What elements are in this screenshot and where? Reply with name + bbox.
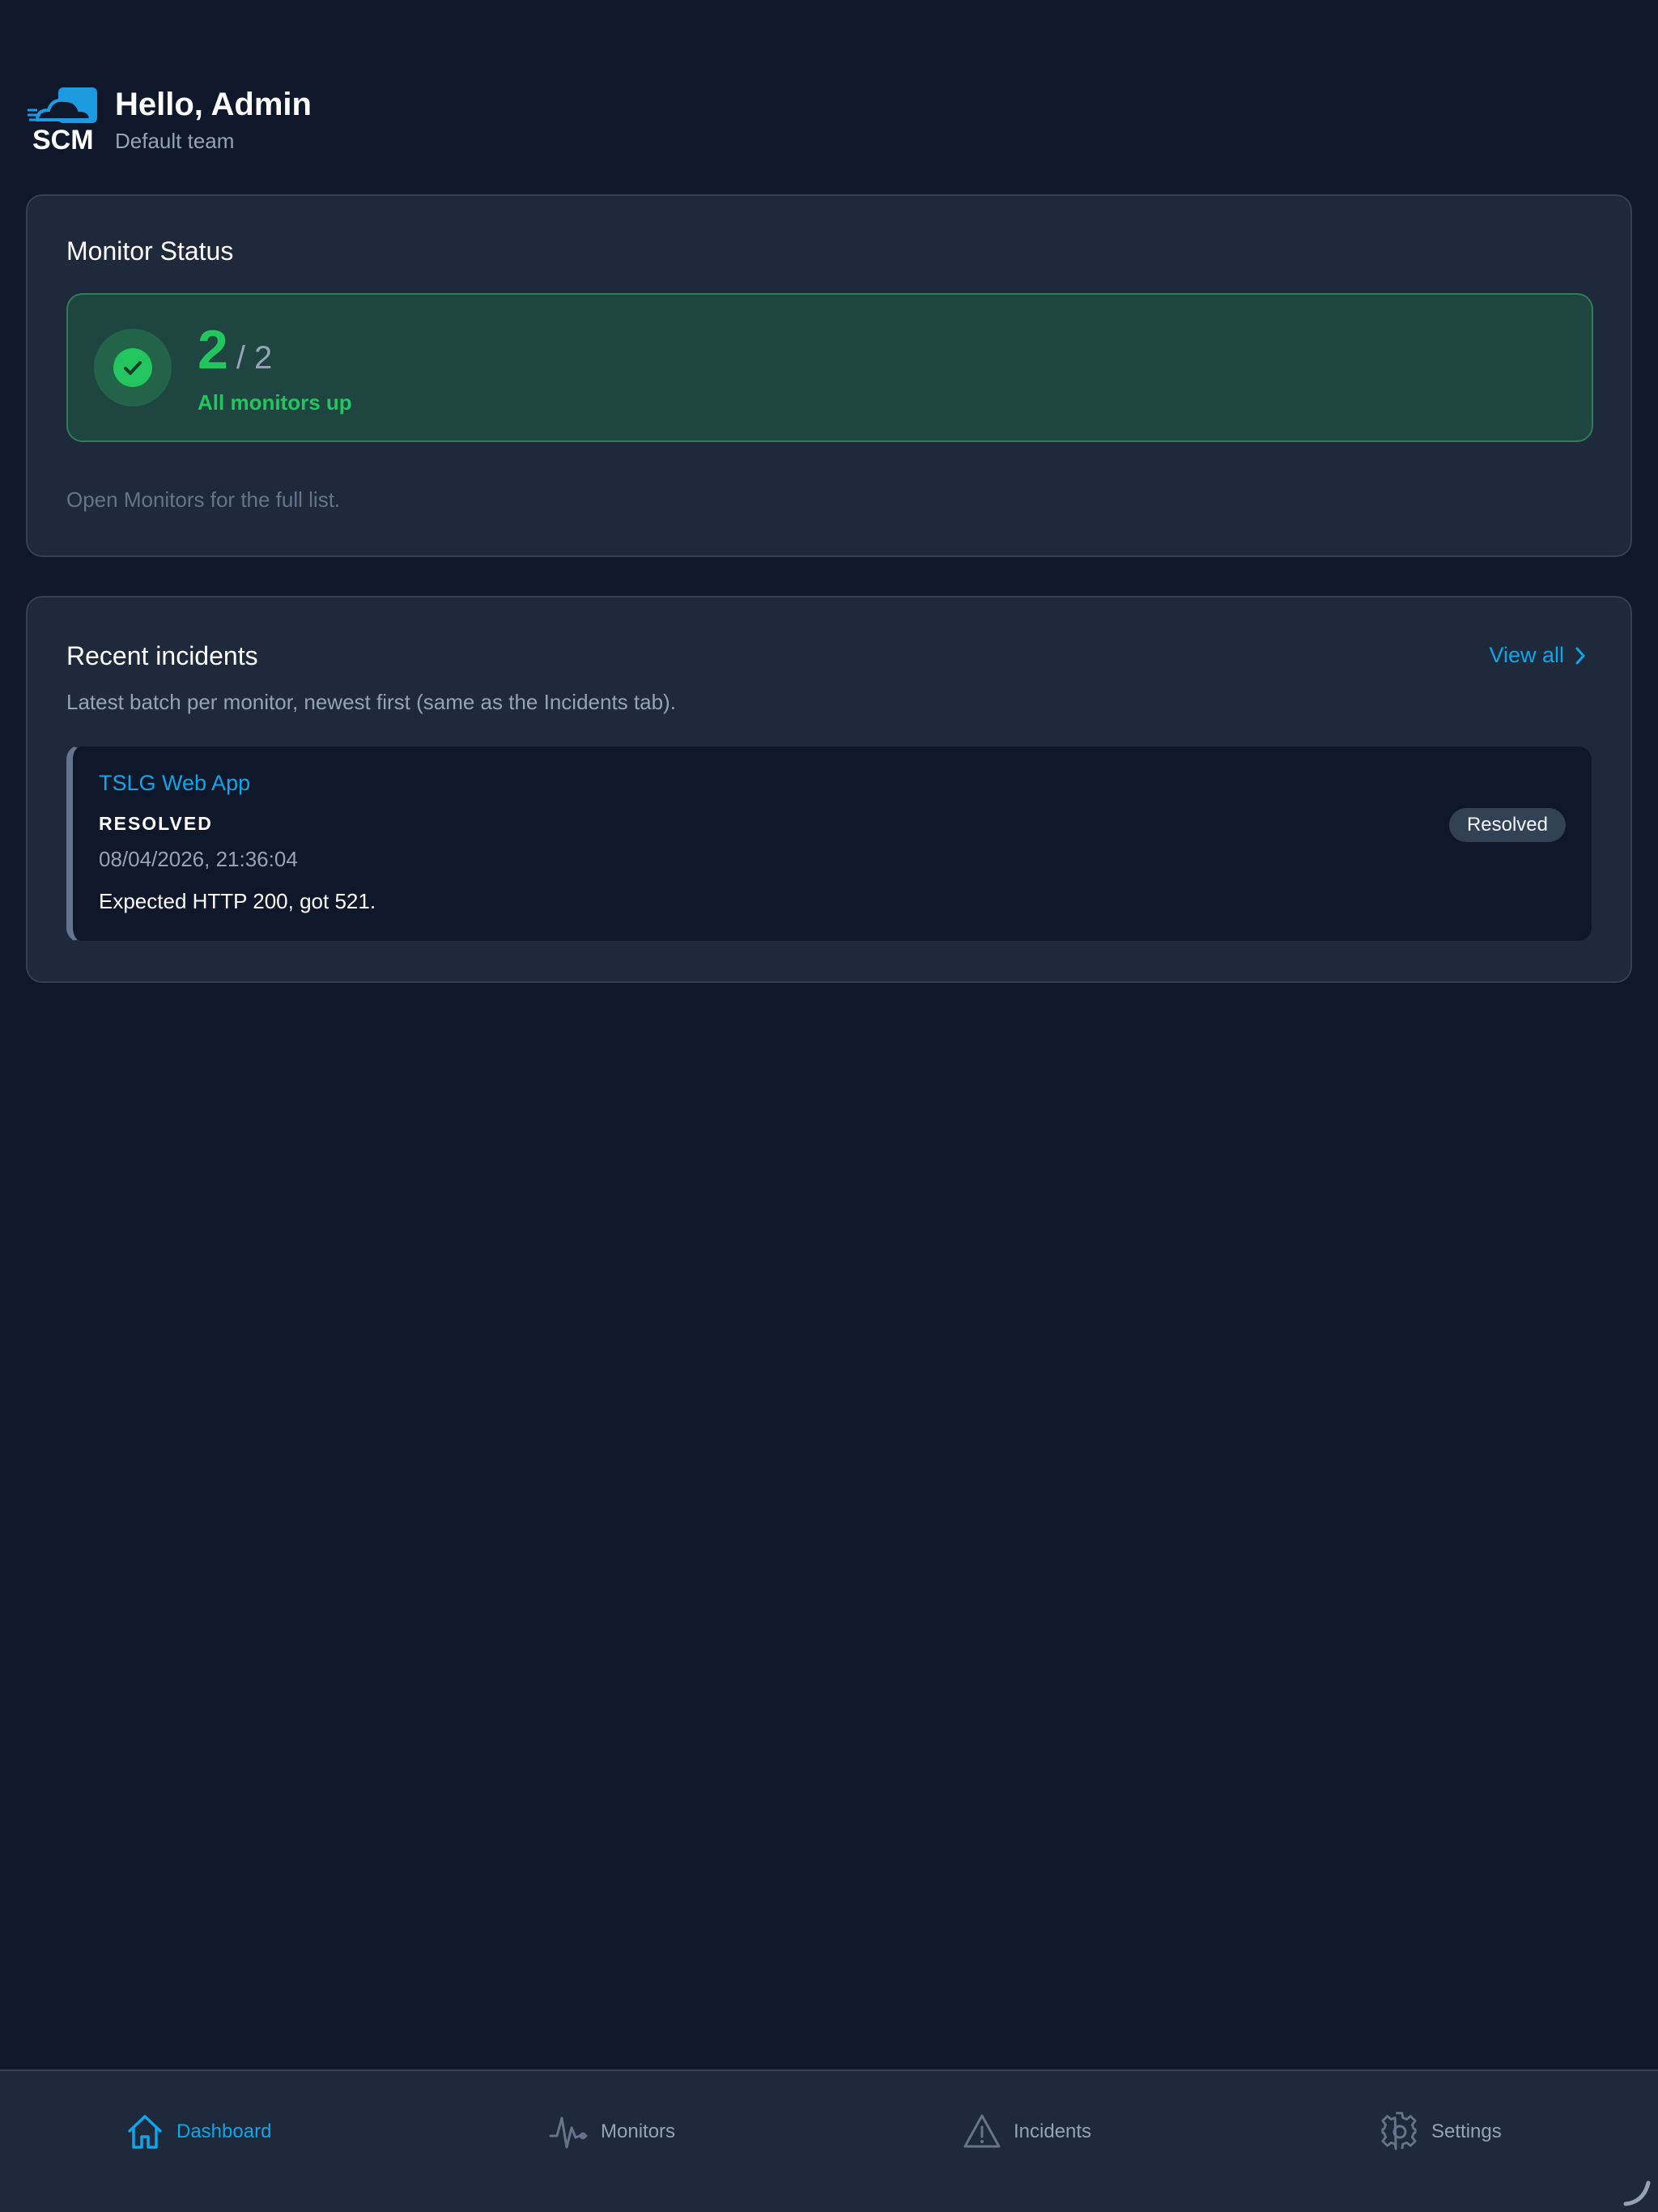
activity-icon (549, 2116, 588, 2149)
incident-item[interactable]: TSLG Web App RESOLVED 08/04/2026, 21:36:… (66, 745, 1593, 942)
monitor-status-summary: 2 / 2 All monitors up (66, 293, 1593, 442)
status-indicator (94, 329, 172, 406)
view-all-link[interactable]: View all (1489, 643, 1587, 668)
chevron-right-icon (1575, 647, 1585, 664)
nav-incidents[interactable]: Incidents (962, 2112, 1091, 2152)
monitors-up-count: 2 (198, 319, 228, 381)
incident-message: Expected HTTP 200, got 521. (99, 889, 376, 913)
team-name: Default team (115, 128, 235, 153)
header: SCM Hello, Admin Default team (26, 84, 312, 155)
status-badge: Resolved (1448, 808, 1566, 842)
logo-text: SCM (32, 125, 94, 154)
resize-handle-icon[interactable] (1622, 2178, 1652, 2207)
view-all-label: View all (1489, 643, 1564, 667)
nav-dashboard-label: Dashboard (176, 2121, 272, 2142)
scm-logo: SCM (26, 84, 99, 155)
recent-incidents-card: Recent incidents View all Latest batch p… (26, 596, 1632, 983)
monitor-status-card: Monitor Status 2 / 2 All monitors up Ope… (26, 194, 1632, 557)
nav-incidents-label: Incidents (1014, 2121, 1092, 2142)
home-icon (128, 2115, 162, 2149)
nav-monitors-label: Monitors (601, 2121, 676, 2142)
warning-triangle-icon (963, 2114, 1001, 2148)
nav-settings[interactable]: Settings (1380, 2112, 1502, 2152)
incident-monitor-link[interactable]: TSLG Web App (99, 771, 250, 796)
recent-incidents-title: Recent incidents (66, 641, 258, 670)
incident-timestamp: 08/04/2026, 21:36:04 (99, 847, 298, 871)
dashboard-page: SCM Hello, Admin Default team Monitor St… (0, 0, 1658, 2212)
greeting-title: Hello, Admin (115, 86, 312, 122)
gear-icon (1381, 2112, 1417, 2150)
monitor-status-title: Monitor Status (66, 236, 234, 266)
monitors-total-count: / 2 (236, 340, 273, 376)
nav-settings-label: Settings (1431, 2121, 1502, 2142)
bottom-nav: Dashboard Monitors Incidents Settings (0, 2069, 1658, 2212)
nav-dashboard[interactable]: Dashboard (125, 2112, 271, 2152)
monitor-status-label: All monitors up (198, 390, 352, 415)
nav-monitors[interactable]: Monitors (549, 2112, 675, 2152)
monitors-hint: Open Monitors for the full list. (66, 487, 341, 512)
incidents-subtitle: Latest batch per monitor, newest first (… (66, 690, 676, 714)
greeting: Hello, Admin Default team (115, 85, 312, 154)
check-icon (124, 361, 142, 375)
incident-state: RESOLVED (99, 813, 213, 834)
monitor-count: 2 / 2 (198, 321, 272, 379)
